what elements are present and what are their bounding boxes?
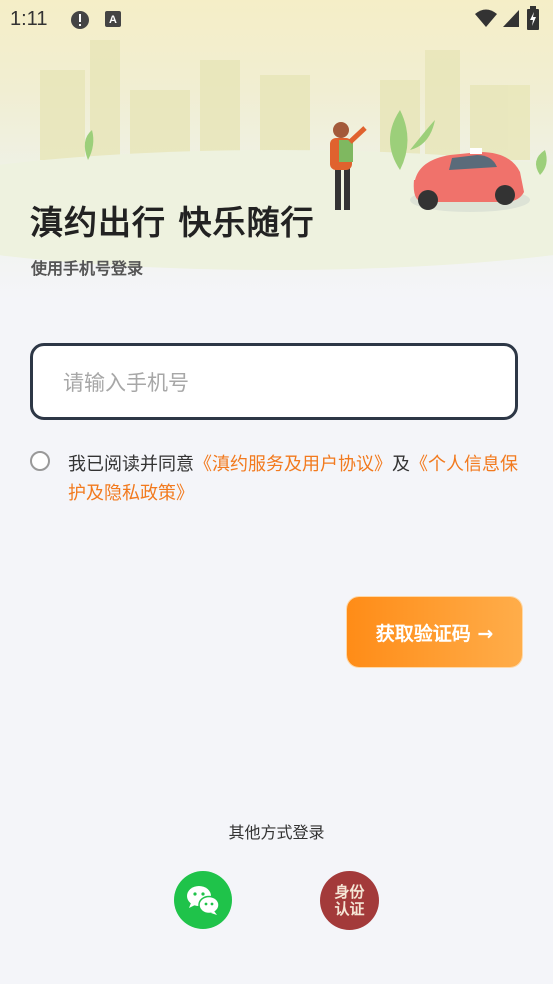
wechat-icon	[187, 886, 220, 915]
agreement-prefix: 我已阅读并同意	[68, 454, 194, 475]
alert-icon	[70, 10, 90, 34]
page-subtitle: 使用手机号登录	[31, 259, 144, 278]
wechat-login-button[interactable]	[174, 871, 232, 929]
get-code-button[interactable]: 获取验证码 →	[347, 597, 522, 667]
other-login-label: 其他方式登录	[228, 823, 325, 842]
agreement-checkbox[interactable]	[30, 451, 50, 471]
status-time: 1:11	[10, 8, 48, 30]
id-auth-label-line1: 身份	[334, 882, 365, 901]
wifi-icon	[474, 8, 498, 32]
id-auth-label-line2: 认证	[334, 899, 365, 918]
signal-icon	[502, 8, 520, 32]
svg-text:A: A	[109, 14, 117, 26]
status-bar: 1:11 A	[0, 0, 553, 38]
keyboard-a-icon: A	[104, 10, 122, 32]
battery-icon	[526, 6, 540, 34]
phone-input-box	[30, 343, 518, 420]
service-agreement-link[interactable]: 《滇约服务及用户协议》	[194, 454, 392, 475]
id-auth-button[interactable]: 身份 认证	[320, 871, 379, 930]
agreement-conjunction: 及	[392, 454, 410, 475]
page-title: 滇约出行 快乐随行	[30, 203, 315, 242]
agreement-text: 我已阅读并同意《滇约服务及用户协议》及《个人信息保护及隐私政策》	[68, 450, 528, 508]
phone-input[interactable]	[61, 346, 505, 419]
